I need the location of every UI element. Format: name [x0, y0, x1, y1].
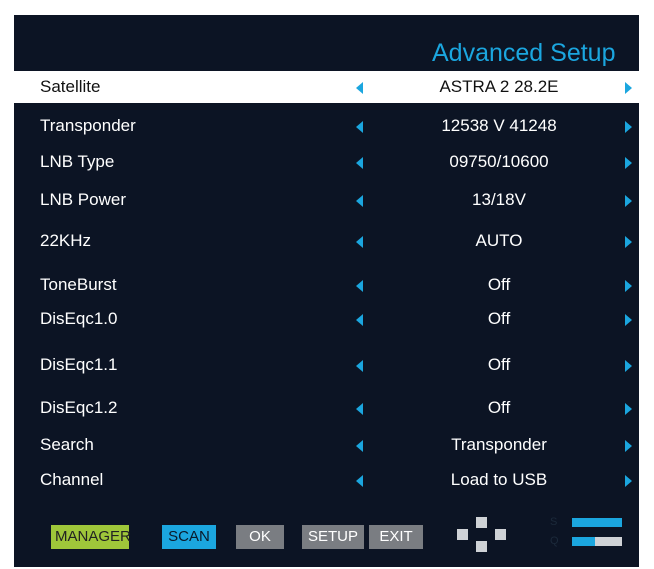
left-arrow-icon[interactable]	[356, 403, 363, 415]
right-arrow-icon[interactable]	[625, 440, 632, 452]
setting-value: Off	[487, 355, 511, 374]
left-arrow-icon[interactable]	[356, 475, 363, 487]
setting-label: DisEqc1.0	[40, 309, 118, 328]
left-arrow-icon[interactable]	[356, 314, 363, 326]
left-arrow-icon[interactable]	[356, 360, 363, 372]
setting-row-lnb-type[interactable]: LNB Type 09750/10600	[14, 146, 639, 178]
left-arrow-icon[interactable]	[356, 157, 363, 169]
setting-row-diseqc-1-0[interactable]: DisEqc1.0 Off	[14, 303, 639, 335]
signal-strength-fill	[572, 518, 622, 527]
scan-button[interactable]: SCAN	[162, 525, 216, 549]
signal-strength-bar	[572, 518, 622, 527]
signal-quality-fill	[572, 537, 595, 546]
left-arrow-icon[interactable]	[356, 121, 363, 133]
setup-button[interactable]: SETUP	[302, 525, 364, 549]
dpad-left-icon	[457, 529, 468, 540]
dpad-up-icon	[476, 517, 487, 528]
setting-row-satellite[interactable]: Satellite ASTRA 2 28.2E	[14, 71, 639, 103]
setting-label: Search	[40, 435, 94, 454]
left-arrow-icon[interactable]	[356, 440, 363, 452]
setting-label: ToneBurst	[40, 275, 117, 294]
setting-row-search[interactable]: Search Transponder	[14, 429, 639, 461]
right-arrow-icon[interactable]	[625, 121, 632, 133]
setting-value: Load to USB	[450, 470, 548, 489]
right-arrow-icon[interactable]	[625, 475, 632, 487]
setting-row-toneburst[interactable]: ToneBurst Off	[14, 269, 639, 301]
right-arrow-icon[interactable]	[625, 236, 632, 248]
signal-quality-label: Q	[550, 535, 559, 547]
setting-value: Off	[487, 275, 511, 294]
right-arrow-icon[interactable]	[625, 314, 632, 326]
setting-value: 09750/10600	[449, 152, 549, 171]
signal-quality-bar	[572, 537, 622, 546]
setting-row-22khz[interactable]: 22KHz AUTO	[14, 225, 639, 257]
manager-button[interactable]: MANAGER	[51, 525, 131, 549]
setting-label: DisEqc1.1	[40, 355, 118, 374]
right-arrow-icon[interactable]	[625, 403, 632, 415]
page-title: Advanced Setup	[432, 39, 616, 67]
ok-button[interactable]: OK	[236, 525, 284, 549]
setting-label: Transponder	[40, 116, 136, 135]
setting-value: Off	[487, 398, 511, 417]
dpad-icon	[455, 515, 511, 555]
dpad-down-icon	[476, 541, 487, 552]
setting-value: 13/18V	[472, 190, 526, 209]
setting-label: DisEqc1.2	[40, 398, 118, 417]
left-arrow-icon[interactable]	[356, 195, 363, 207]
left-arrow-icon[interactable]	[356, 280, 363, 292]
setting-value: ASTRA 2 28.2E	[439, 77, 559, 96]
exit-button[interactable]: EXIT	[369, 525, 423, 549]
right-arrow-icon[interactable]	[625, 157, 632, 169]
setting-value: 12538 V 41248	[441, 116, 557, 135]
right-arrow-icon[interactable]	[625, 82, 632, 94]
setting-label: LNB Power	[40, 190, 126, 209]
setting-row-transponder[interactable]: Transponder 12538 V 41248	[14, 110, 639, 142]
setting-value: AUTO	[475, 231, 523, 250]
signal-strength-label: S	[550, 516, 558, 528]
dpad-right-icon	[495, 529, 506, 540]
left-arrow-icon[interactable]	[356, 82, 363, 94]
setting-label: 22KHz	[40, 231, 92, 250]
setting-value: Off	[487, 309, 511, 328]
advanced-setup-panel: Advanced Setup Satellite ASTRA 2 28.2E T…	[14, 15, 639, 567]
setting-label: LNB Type	[40, 152, 115, 171]
right-arrow-icon[interactable]	[625, 280, 632, 292]
right-arrow-icon[interactable]	[625, 360, 632, 372]
setting-row-diseqc-1-1[interactable]: DisEqc1.1 Off	[14, 349, 639, 381]
setting-row-channel[interactable]: Channel Load to USB	[14, 464, 639, 496]
setting-row-diseqc-1-2[interactable]: DisEqc1.2 Off	[14, 392, 639, 424]
left-arrow-icon[interactable]	[356, 236, 363, 248]
setting-row-lnb-power[interactable]: LNB Power 13/18V	[14, 184, 639, 216]
right-arrow-icon[interactable]	[625, 195, 632, 207]
setting-label: Satellite	[40, 77, 101, 96]
setting-label: Channel	[40, 470, 104, 489]
setting-value: Transponder	[451, 435, 547, 454]
